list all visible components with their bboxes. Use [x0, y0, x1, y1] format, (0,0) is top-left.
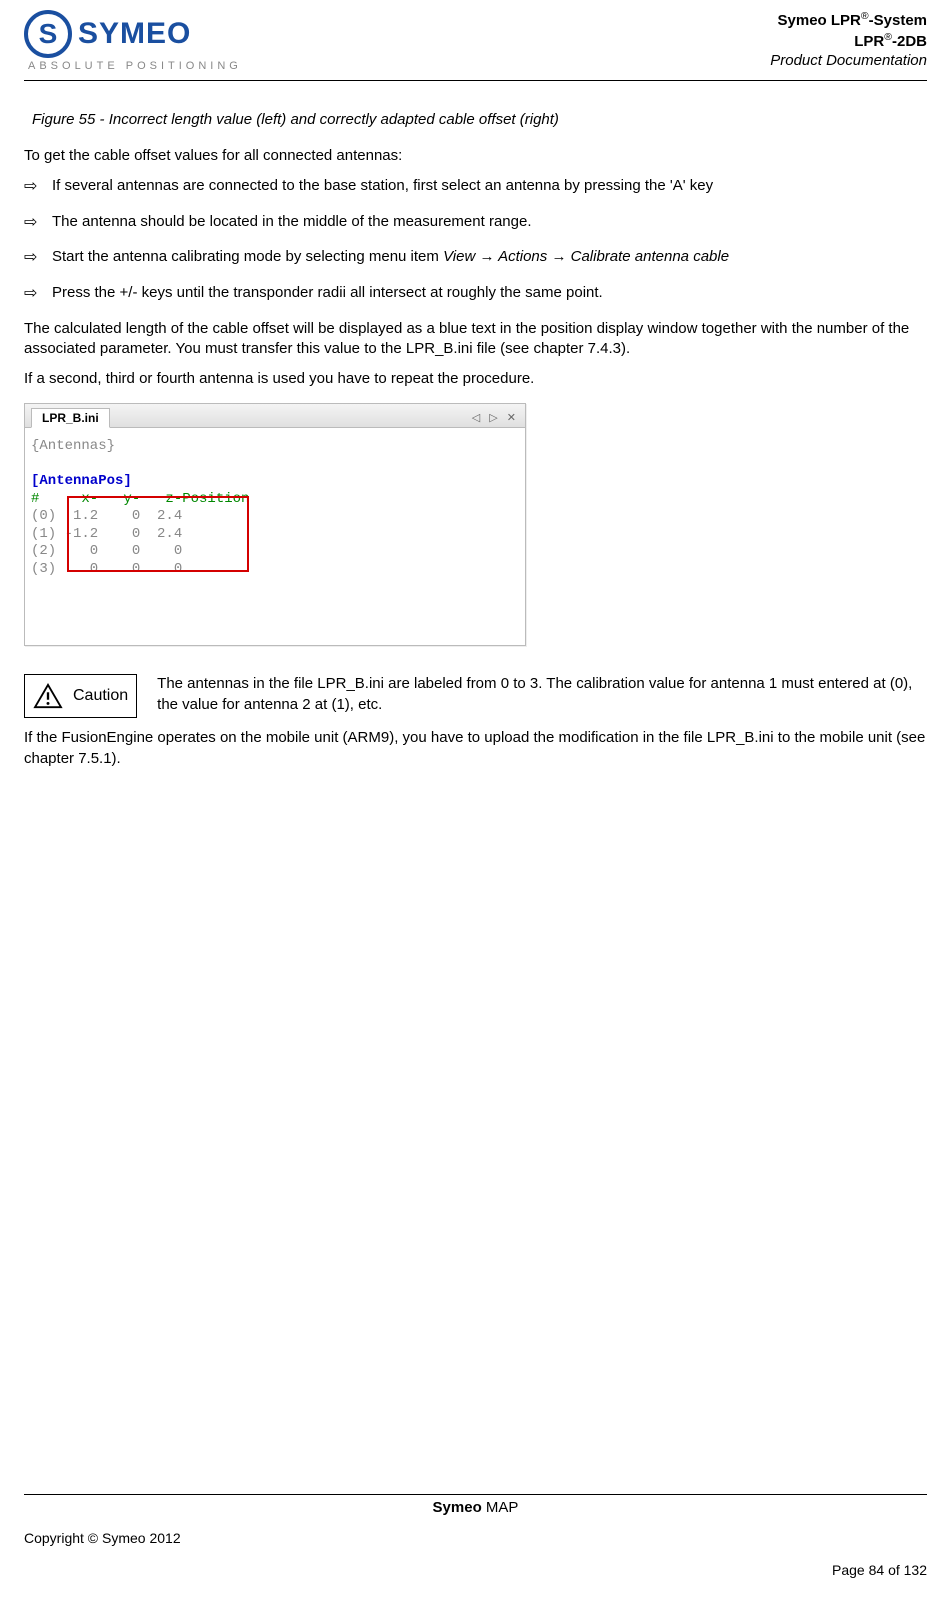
arrow-icon: ⇨ [24, 176, 52, 198]
caution-block: Caution The antennas in the file LPR_B.i… [24, 674, 927, 718]
figure-caption: Figure 55 - Incorrect length value (left… [32, 111, 927, 128]
steps-list: ⇨ If several antennas are connected to t… [24, 176, 927, 304]
hdr-line3: Product Documentation [770, 51, 927, 71]
list-item-text: The antenna should be located in the mid… [52, 212, 927, 232]
logo-mark-icon: S [24, 10, 72, 58]
ini-section-header: [AntennaPos] [31, 473, 132, 489]
ini-tab-controls[interactable]: ◁ ▷ ✕ [472, 411, 519, 424]
warning-icon [33, 683, 63, 709]
header-doc-info: Symeo LPR®-System LPR®-2DB Product Docum… [770, 10, 927, 71]
logo: S SYMEO ABSOLUTE POSITIONING [24, 10, 242, 72]
footer-copyright: Copyright © Symeo 2012 [24, 1530, 927, 1546]
list-item-text: Press the +/- keys until the transponder… [52, 283, 927, 303]
ini-tab-bar: LPR_B.ini ◁ ▷ ✕ [25, 404, 525, 428]
repeat-paragraph: If a second, third or fourth antenna is … [24, 369, 927, 389]
arrow-icon: ⇨ [24, 212, 52, 234]
caution-label: Caution [73, 687, 128, 705]
ini-column-header: # x- y- z-Position [31, 491, 249, 507]
result-paragraph: The calculated length of the cable offse… [24, 319, 927, 360]
list-item: ⇨ Start the antenna calibrating mode by … [24, 247, 927, 269]
intro-paragraph: To get the cable offset values for all c… [24, 146, 927, 166]
logo-tagline: ABSOLUTE POSITIONING [28, 60, 242, 72]
list-item-text: Start the antenna calibrating mode by se… [52, 247, 927, 267]
page-header: S SYMEO ABSOLUTE POSITIONING Symeo LPR®-… [24, 10, 927, 81]
caution-badge: Caution [24, 674, 137, 718]
ini-file-body: {Antennas} [AntennaPos] # x- y- z-Positi… [25, 428, 525, 645]
hdr-line2b: -2DB [892, 33, 927, 50]
hdr-line2a: LPR [854, 33, 884, 50]
arrow-icon: ⇨ [24, 247, 52, 269]
footer-product: MAP [482, 1499, 519, 1516]
ini-file-tab[interactable]: LPR_B.ini [31, 408, 110, 428]
page-footer: Symeo MAP Copyright © Symeo 2012 Page 84… [24, 1494, 927, 1578]
arrow-icon: ⇨ [24, 283, 52, 305]
list-item: ⇨ Press the +/- keys until the transpond… [24, 283, 927, 305]
hdr-line1a: Symeo LPR [778, 12, 861, 29]
footer-page-number: Page 84 of 132 [24, 1562, 927, 1578]
page-content: Figure 55 - Incorrect length value (left… [24, 81, 927, 769]
logo-company-name: SYMEO [78, 17, 191, 51]
ini-section: {Antennas} [31, 438, 115, 454]
list-item-text: If several antennas are connected to the… [52, 176, 927, 196]
ini-row: (0) 1.2 0 2.4 [31, 508, 182, 524]
footer-brand: Symeo [433, 1499, 482, 1516]
list-item: ⇨ The antenna should be located in the m… [24, 212, 927, 234]
logo-letter: S [39, 18, 58, 50]
hdr-line1b: -System [869, 12, 927, 29]
ini-row: (3) 0 0 0 [31, 561, 182, 577]
ini-row: (2) 0 0 0 [31, 543, 182, 559]
ini-file-screenshot: LPR_B.ini ◁ ▷ ✕ {Antennas} [AntennaPos] … [24, 403, 526, 646]
footer-center: Symeo MAP [24, 1494, 927, 1516]
fusion-paragraph: If the FusionEngine operates on the mobi… [24, 728, 927, 769]
caution-text: The antennas in the file LPR_B.ini are l… [157, 674, 927, 715]
list-item: ⇨ If several antennas are connected to t… [24, 176, 927, 198]
list-item-prefix: Start the antenna calibrating mode by se… [52, 248, 443, 265]
menu-path: View → Actions → Calibrate antenna cable [443, 248, 729, 265]
ini-row: (1) -1.2 0 2.4 [31, 526, 182, 542]
